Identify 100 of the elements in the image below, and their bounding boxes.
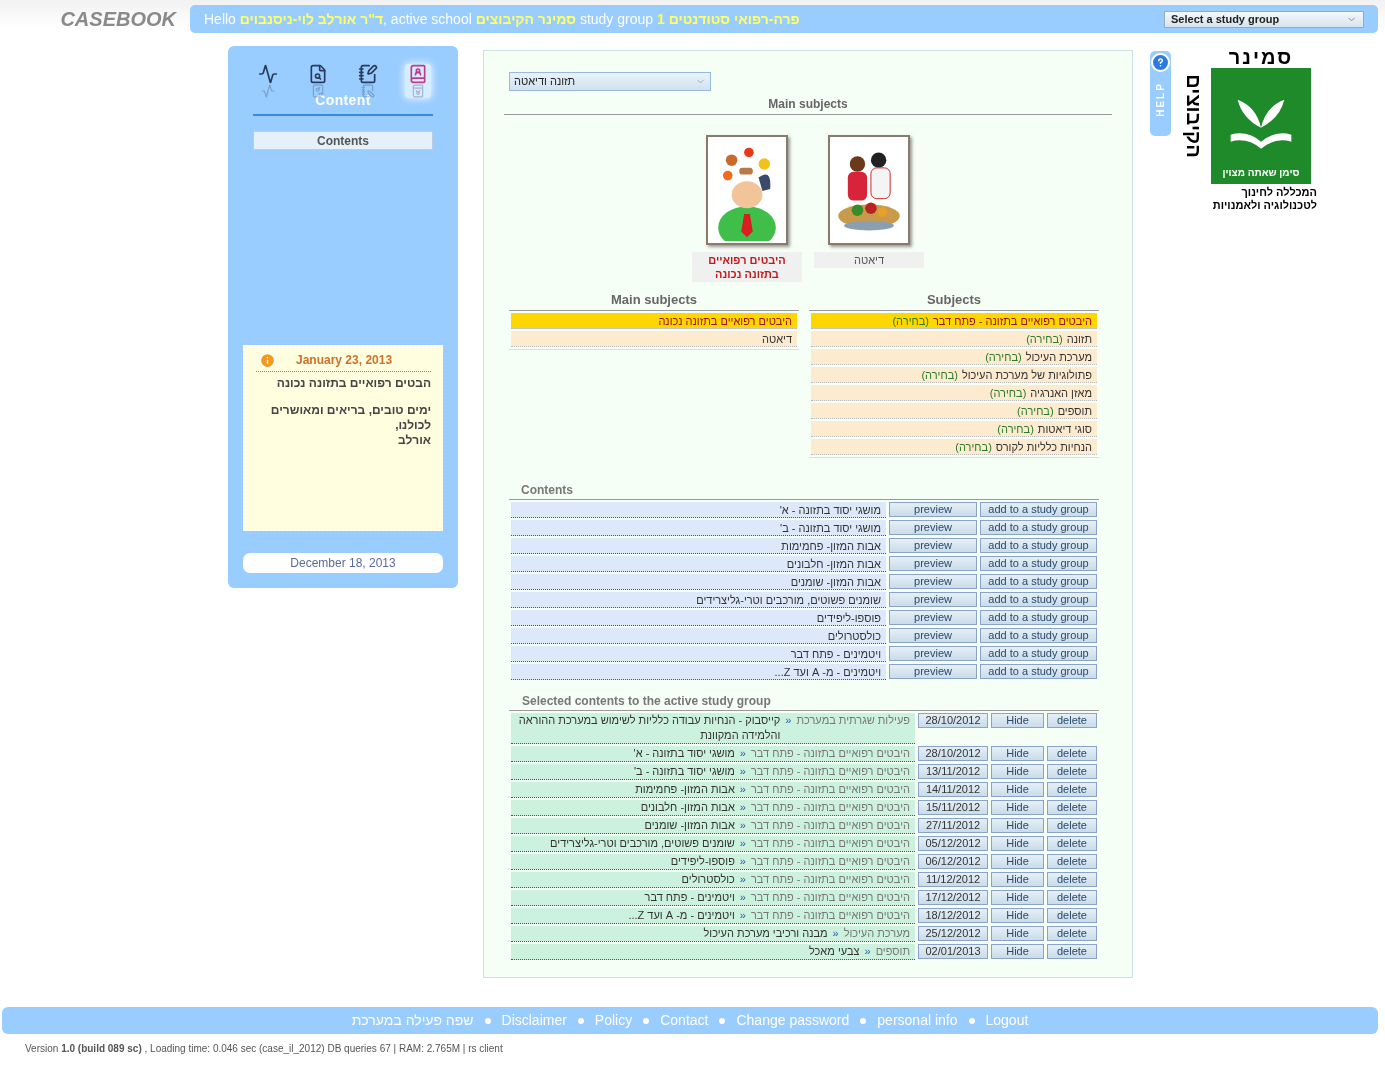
subject-item[interactable]: מערכת העיכול (בחירה) [811,348,1097,365]
add-to-group-button[interactable]: add to a study group [980,501,1097,517]
selected-content-row[interactable]: היבטים רפואיים בתזונה - פתח דבר « אבות המזון- חלבונים [511,799,915,816]
choice-tag[interactable]: (בחירה) [892,312,929,328]
hide-button[interactable]: Hide [991,781,1044,797]
study-group-select[interactable]: Select a study group [1164,10,1364,28]
choice-tag[interactable]: (בחירה) [989,384,1027,400]
hide-button[interactable]: Hide [991,745,1044,761]
choice-tag[interactable]: (בחירה) [921,366,958,382]
category-link[interactable]: היבטים רפואיים בתזונה - פתח דבר [751,835,910,851]
add-to-group-button[interactable]: add to a study group [980,609,1097,625]
delete-button[interactable]: delete [1047,745,1097,761]
add-to-group-button[interactable]: add to a study group [980,645,1097,661]
delete-button[interactable]: delete [1047,799,1097,815]
subject-item[interactable]: סוגי דיאטות (בחירה) [811,420,1097,437]
category-select[interactable]: תזונה ודיאטה [509,72,711,91]
hide-button[interactable]: Hide [991,817,1044,833]
subject-item[interactable]: תזונה (בחירה) [811,330,1097,347]
selected-content-row[interactable]: היבטים רפואיים בתזונה - פתח דבר « אבות המזון- פחמימות [511,781,915,798]
choice-tag[interactable]: (בחירה) [955,438,992,454]
selected-content-row[interactable]: היבטים רפואיים בתזונה - פתח דבר « אבות המזון- שומנים [511,817,915,834]
add-to-group-button[interactable]: add to a study group [980,627,1097,643]
add-to-group-button[interactable]: add to a study group [980,555,1097,571]
content-title[interactable]: ויטמינים - פתח דבר [511,645,886,662]
hide-button[interactable]: Hide [991,943,1044,959]
category-link[interactable]: היבטים רפואיים בתזונה - פתח דבר [751,799,910,815]
selected-content-row[interactable]: היבטים רפואיים בתזונה - פתח דבר « פוספו-ליפידים [511,853,915,870]
category-link[interactable]: מערכת העיכול [843,925,910,941]
preview-button[interactable]: preview [889,537,977,553]
delete-button[interactable]: delete [1047,907,1097,923]
selected-content-row[interactable]: היבטים רפואיים בתזונה - פתח דבר « ויטמינים - פתח דבר [511,889,915,906]
selected-content-row[interactable]: היבטים רפואיים בתזונה - פתח דבר « מושגי יסוד בתזונה - א' [511,745,915,762]
card-label[interactable]: היבטים רפואיים בתזונה נכונה [692,252,802,282]
selected-content-row[interactable]: היבטים רפואיים בתזונה - פתח דבר « שומנים פשוטים, מורכבים וטרי-גליצרידים [511,835,915,852]
sidebar-item[interactable]: Contents [253,131,433,150]
delete-button[interactable]: delete [1047,925,1097,941]
category-link[interactable]: היבטים רפואיים בתזונה - פתח דבר [751,907,910,923]
preview-button[interactable]: preview [889,663,977,679]
category-link[interactable]: היבטים רפואיים בתזונה - פתח דבר [751,745,910,761]
hide-button[interactable]: Hide [991,889,1044,905]
selected-content-row[interactable]: היבטים רפואיים בתזונה - פתח דבר « ויטמינים - מ- A ועד Z... [511,907,915,924]
hide-button[interactable]: Hide [991,712,1044,728]
selected-content-row[interactable]: היבטים רפואיים בתזונה - פתח דבר « מושגי יסוד בתזונה - ב' [511,763,915,780]
choice-tag[interactable]: (בחירה) [985,348,1022,364]
category-link[interactable]: פעילות שגרתית במערכת [796,712,910,728]
content-title[interactable]: אבות המזון- פחמימות [511,537,886,554]
choice-tag[interactable]: (בחירה) [1017,402,1054,418]
preview-button[interactable]: preview [889,573,977,589]
category-link[interactable]: היבטים רפואיים בתזונה - פתח דבר [751,871,910,887]
selected-content-row[interactable]: היבטים רפואיים בתזונה - פתח דבר « כולסטרולים [511,871,915,888]
hide-button[interactable]: Hide [991,763,1044,779]
add-to-group-button[interactable]: add to a study group [980,573,1097,589]
content-title[interactable]: שומנים פשוטים, מורכבים וטרי-גליצרידים [511,591,886,608]
selected-content-row[interactable]: מערכת העיכול « מבנה ורכיבי מערכת העיכול [511,925,915,942]
content-title[interactable]: אבות המזון- חלבונים [511,555,886,572]
card-label[interactable]: דיאטה [814,252,924,268]
preview-button[interactable]: preview [889,519,977,535]
hide-button[interactable]: Hide [991,853,1044,869]
delete-button[interactable]: delete [1047,781,1097,797]
delete-button[interactable]: delete [1047,853,1097,869]
add-to-group-button[interactable]: add to a study group [980,591,1097,607]
preview-button[interactable]: preview [889,609,977,625]
preview-button[interactable]: preview [889,627,977,643]
subject-item[interactable]: פתולוגיות של מערכת העיכול (בחירה) [811,366,1097,383]
preview-button[interactable]: preview [889,555,977,571]
category-link[interactable]: היבטים רפואיים בתזונה - פתח דבר [751,853,910,869]
hide-button[interactable]: Hide [991,925,1044,941]
content-title[interactable]: כולסטרולים [511,627,886,644]
delete-button[interactable]: delete [1047,712,1097,728]
content-title[interactable]: מושגי יסוד בתזונה - א' [511,501,886,518]
category-link[interactable]: היבטים רפואיים בתזונה - פתח דבר [751,781,910,797]
delete-button[interactable]: delete [1047,817,1097,833]
content-title[interactable]: אבות המזון- שומנים [511,573,886,590]
hide-button[interactable]: Hide [991,907,1044,923]
selected-content-row[interactable]: תוספים « צבעי מאכל [511,943,915,960]
preview-button[interactable]: preview [889,645,977,661]
category-link[interactable]: תוספים [875,943,910,959]
category-link[interactable]: היבטים רפואיים בתזונה - פתח דבר [751,889,910,905]
delete-button[interactable]: delete [1047,943,1097,959]
add-to-group-button[interactable]: add to a study group [980,663,1097,679]
content-title[interactable]: מושגי יסוד בתזונה - ב' [511,519,886,536]
preview-button[interactable]: preview [889,501,977,517]
delete-button[interactable]: delete [1047,889,1097,905]
delete-button[interactable]: delete [1047,871,1097,887]
content-title[interactable]: ויטמינים - מ- A ועד Z... [511,663,886,680]
delete-button[interactable]: delete [1047,763,1097,779]
hide-button[interactable]: Hide [991,799,1044,815]
subject-item[interactable]: הנחיות כלליות לקורס (בחירה) [811,438,1097,455]
main-subject-item[interactable]: היבטים רפואיים בתזונה נכונה [511,312,797,329]
preview-button[interactable]: preview [889,591,977,607]
hide-button[interactable]: Hide [991,871,1044,887]
hide-button[interactable]: Hide [991,835,1044,851]
category-link[interactable]: היבטים רפואיים בתזונה - פתח דבר [751,763,910,779]
subject-item[interactable]: היבטים רפואיים בתזונה - פתח דבר (בחירה) [811,312,1097,329]
selected-content-row[interactable]: פעילות שגרתית במערכת « קייסבוק - הנחיות עבודה כלליות לשימוש במערכת ההוראה והלמידה המקוונת [511,712,915,744]
content-title[interactable]: פוספו-ליפידים [511,609,886,626]
delete-button[interactable]: delete [1047,835,1097,851]
choice-tag[interactable]: (בחירה) [1026,330,1063,346]
choice-tag[interactable]: (בחירה) [997,420,1034,436]
category-link[interactable]: היבטים רפואיים בתזונה - פתח דבר [751,817,910,833]
